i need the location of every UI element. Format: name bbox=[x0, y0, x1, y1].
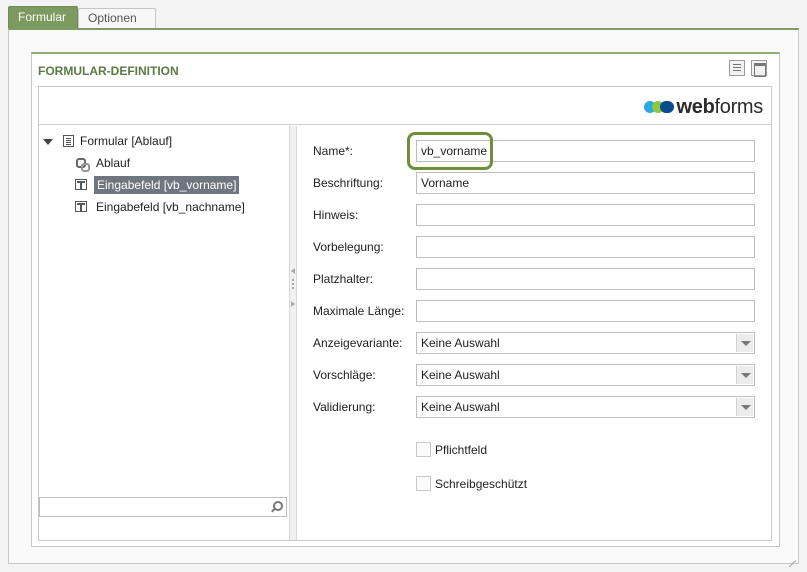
name-input[interactable]: vb_vorname bbox=[416, 140, 755, 162]
input-field-icon bbox=[75, 179, 87, 190]
logo-text-web: web bbox=[676, 95, 715, 118]
tree-node-label: Eingabefeld [vb_nachname] bbox=[96, 200, 245, 214]
maximale-laenge-input[interactable] bbox=[416, 300, 755, 322]
hinweis-input[interactable] bbox=[416, 204, 755, 226]
field-properties-form: Name*: vb_vorname Beschriftung: Vorname … bbox=[297, 126, 771, 540]
panel-title: FORMULAR-DEFINITION bbox=[38, 64, 179, 78]
logo-text-forms: forms bbox=[714, 95, 763, 118]
chevron-down-icon[interactable] bbox=[736, 398, 753, 416]
tree-search-input[interactable] bbox=[39, 497, 287, 517]
tree-node-vb-vorname[interactable]: Eingabefeld [vb_vorname] bbox=[75, 176, 275, 194]
search-icon[interactable] bbox=[270, 501, 283, 513]
form-icon bbox=[63, 135, 74, 147]
validierung-select[interactable]: Keine Auswahl bbox=[416, 396, 755, 418]
vorschlaege-select[interactable]: Keine Auswahl bbox=[416, 364, 755, 386]
vorbelegung-input[interactable] bbox=[416, 236, 755, 258]
anzeigevariante-select[interactable]: Keine Auswahl bbox=[416, 332, 755, 354]
tree-node-ablauf[interactable]: Ablauf bbox=[75, 154, 255, 172]
beschriftung-label: Beschriftung: bbox=[313, 176, 384, 190]
chevron-down-icon[interactable] bbox=[43, 139, 53, 145]
tab-content: FORMULAR-DEFINITION webforms Formular [A… bbox=[8, 28, 799, 564]
maximale-laenge-label: Maximale Länge: bbox=[313, 304, 405, 318]
platzhalter-label: Platzhalter: bbox=[313, 272, 374, 286]
editor-area: webforms Formular [Ablauf] Ablauf Eingab… bbox=[38, 86, 772, 541]
tab-optionen[interactable]: Optionen bbox=[78, 8, 156, 29]
drag-handle-icon[interactable] bbox=[292, 279, 294, 281]
expand-right-icon[interactable] bbox=[291, 301, 295, 307]
logo-mark-icon bbox=[644, 101, 675, 113]
document-icon[interactable] bbox=[729, 60, 745, 76]
beschriftung-input[interactable]: Vorname bbox=[416, 172, 755, 194]
pflichtfeld-checkbox[interactable] bbox=[416, 442, 431, 457]
form-definition-panel: FORMULAR-DEFINITION webforms Formular [A… bbox=[31, 52, 780, 547]
tree-node-vb-nachname[interactable]: Eingabefeld [vb_nachname] bbox=[75, 198, 275, 216]
select-value: Keine Auswahl bbox=[421, 336, 500, 350]
name-label: Name*: bbox=[313, 144, 354, 158]
chevron-down-icon[interactable] bbox=[736, 366, 753, 384]
hinweis-label: Hinweis: bbox=[313, 208, 359, 222]
collapse-left-icon[interactable] bbox=[291, 268, 295, 274]
schreibgeschuetzt-checkbox[interactable] bbox=[416, 476, 431, 491]
webforms-logo: webforms bbox=[644, 95, 763, 118]
pflichtfeld-label[interactable]: Pflichtfeld bbox=[435, 443, 487, 458]
platzhalter-input[interactable] bbox=[416, 268, 755, 290]
tree-node-label: Formular [Ablauf] bbox=[80, 134, 173, 148]
vorbelegung-label: Vorbelegung: bbox=[313, 240, 384, 254]
anzeigevariante-label: Anzeigevariante: bbox=[313, 336, 403, 350]
tree-node-label: Ablauf bbox=[96, 156, 131, 170]
validierung-label: Validierung: bbox=[313, 400, 376, 414]
input-field-icon bbox=[75, 201, 87, 212]
form-tree: Formular [Ablauf] Ablauf Eingabefeld [vb… bbox=[39, 126, 289, 540]
schreibgeschuetzt-label[interactable]: Schreibgeschützt bbox=[435, 477, 527, 492]
tab-formular[interactable]: Formular bbox=[8, 6, 78, 29]
select-value: Keine Auswahl bbox=[421, 368, 500, 382]
tab-bar: Formular Optionen bbox=[8, 6, 799, 29]
select-value: Keine Auswahl bbox=[421, 400, 500, 414]
tree-node-root[interactable]: Formular [Ablauf] bbox=[43, 132, 243, 150]
chevron-down-icon[interactable] bbox=[736, 334, 753, 352]
vorschlaege-label: Vorschläge: bbox=[313, 368, 376, 382]
resize-grip-icon[interactable] bbox=[787, 552, 796, 561]
panel-splitter[interactable] bbox=[289, 126, 297, 540]
flow-gear-icon bbox=[75, 157, 90, 172]
tree-node-label: Eingabefeld [vb_vorname] bbox=[94, 176, 240, 194]
logo-bar: webforms bbox=[39, 87, 771, 125]
window-icon[interactable] bbox=[751, 60, 767, 77]
